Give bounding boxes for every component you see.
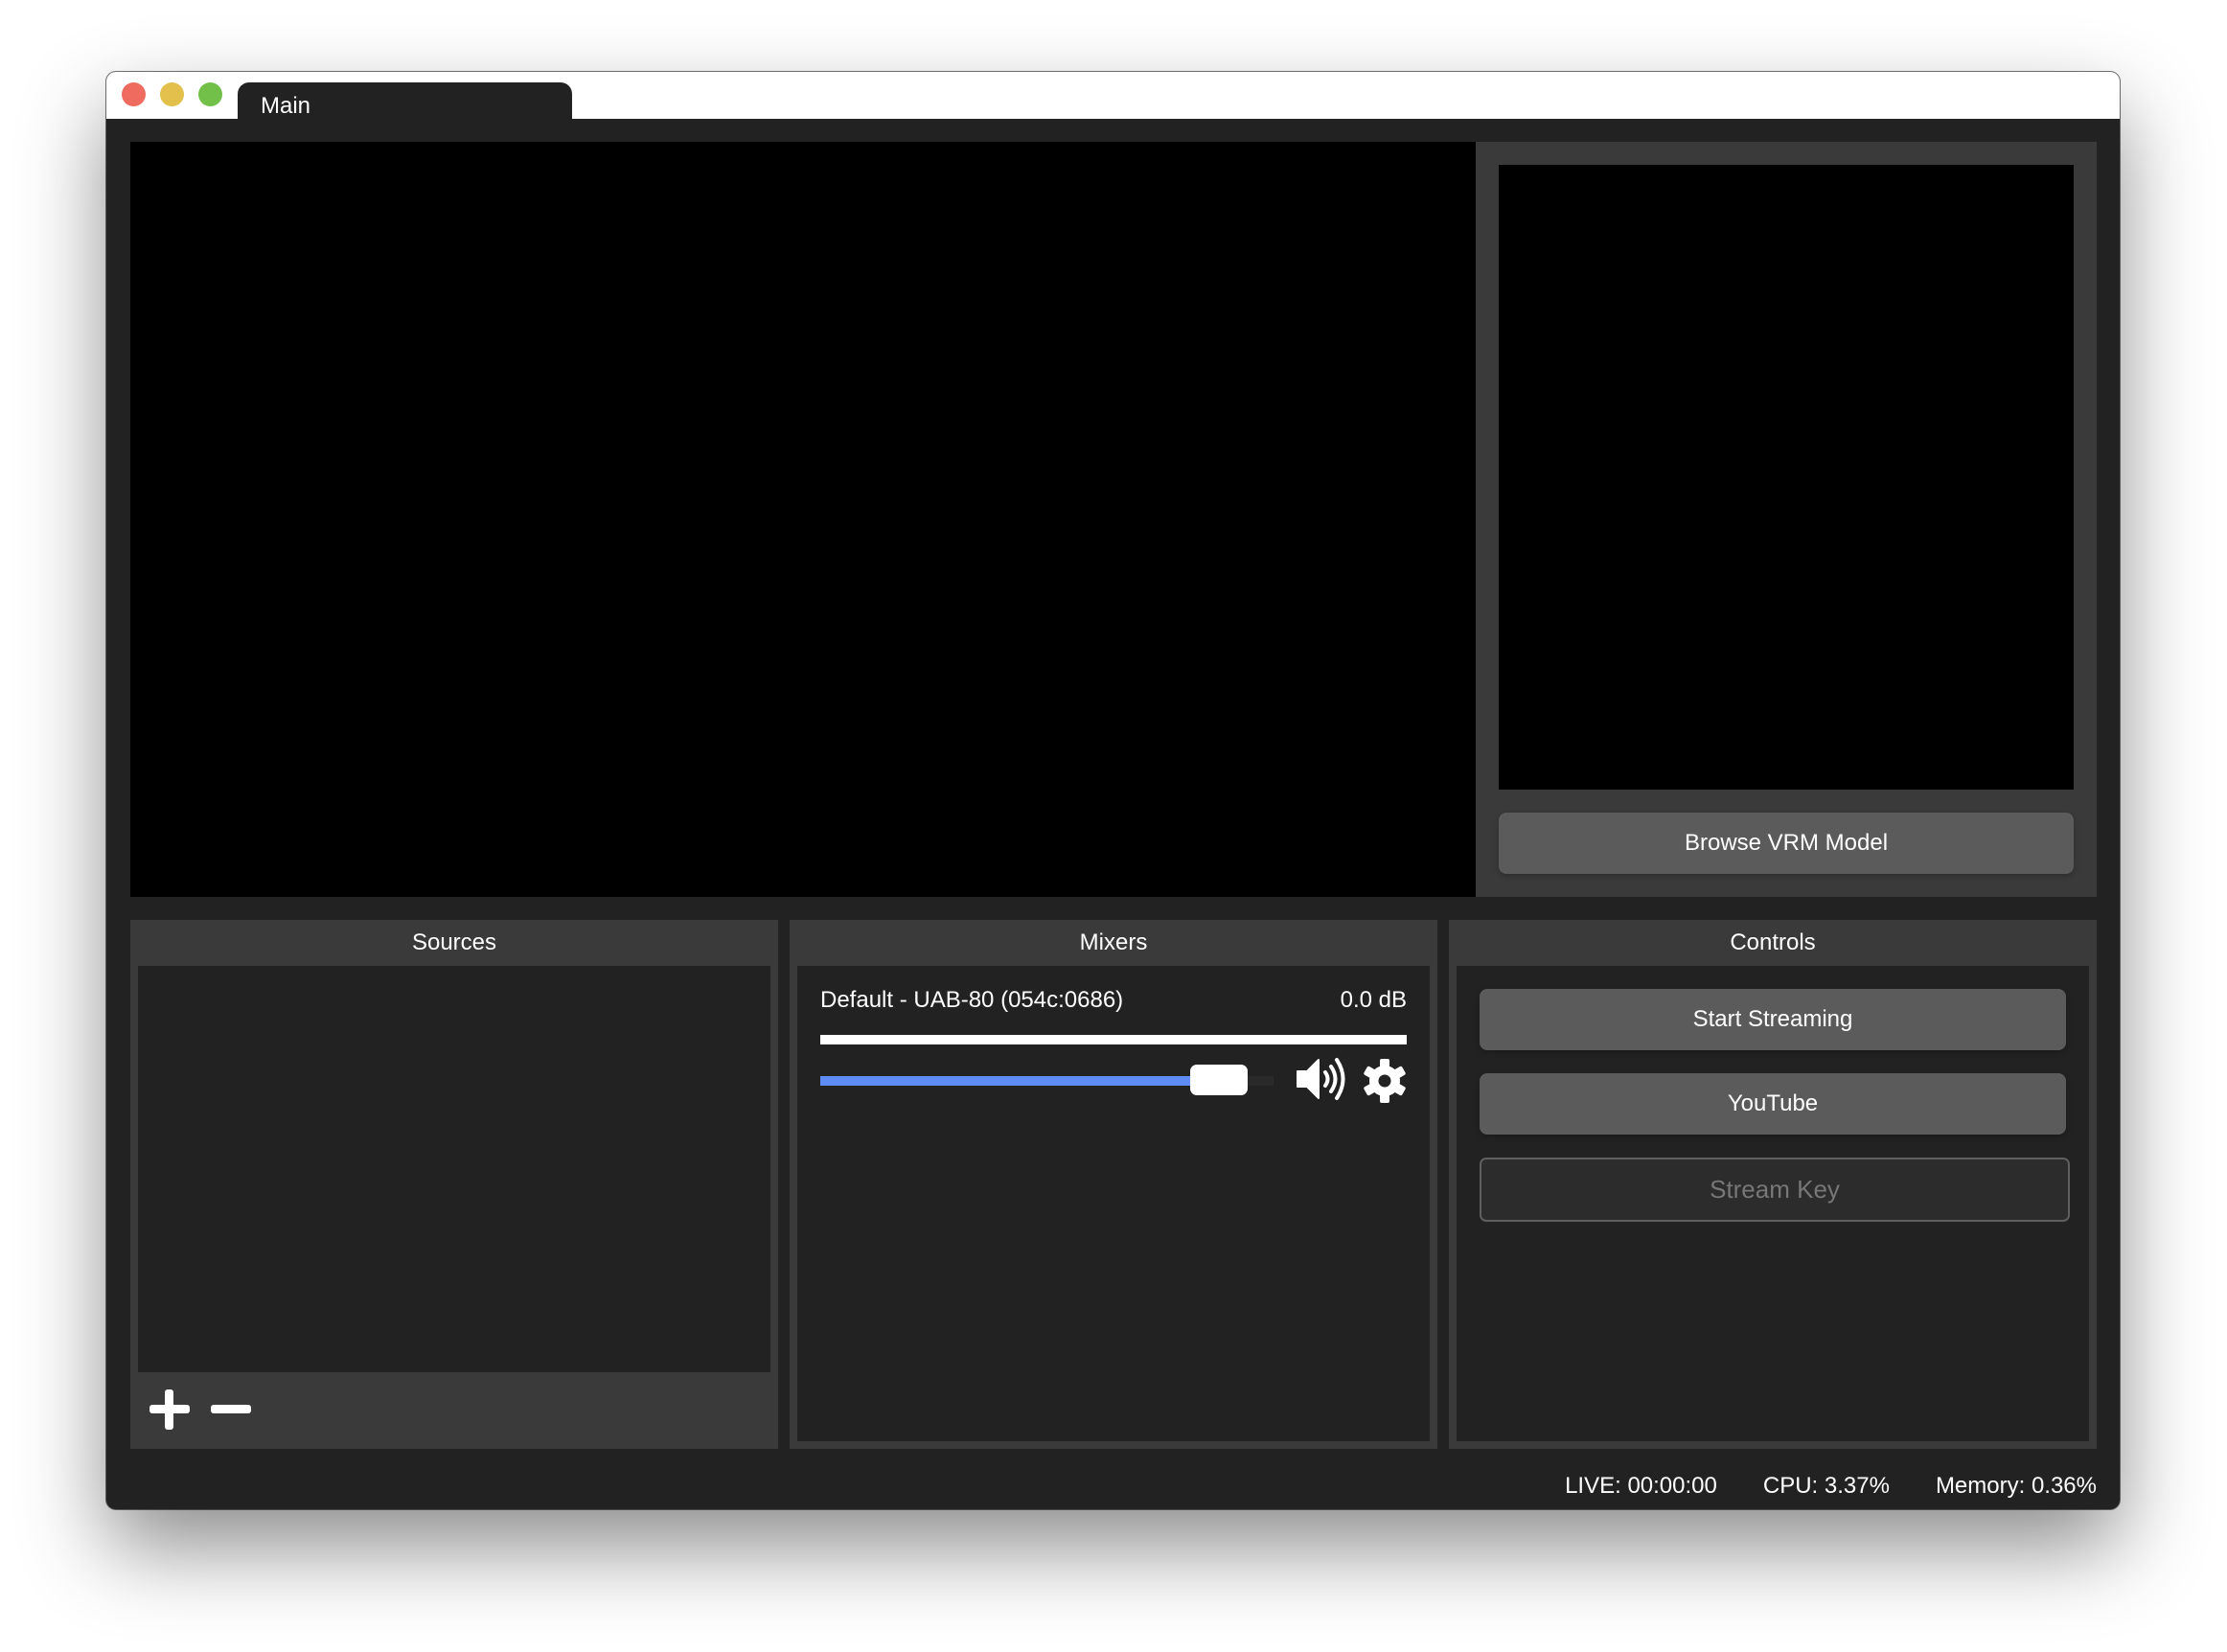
sources-panel: Sources	[130, 920, 778, 1449]
volume-slider-fill	[820, 1076, 1219, 1086]
minimize-window-button[interactable]	[160, 82, 184, 106]
speaker-icon[interactable]	[1296, 1056, 1349, 1102]
stream-key-input[interactable]	[1480, 1158, 2070, 1222]
maximize-window-button[interactable]	[198, 82, 222, 106]
add-source-plus-icon[interactable]	[149, 1389, 190, 1430]
remove-source-minus-icon[interactable]	[211, 1389, 251, 1430]
browse-vrm-model-button[interactable]: Browse VRM Model	[1499, 813, 2074, 874]
model-preview-canvas	[1499, 165, 2074, 790]
mixers-panel: Mixers Default - UAB-80 (054c:0686) 0.0 …	[790, 920, 1437, 1449]
model-preview-panel: Browse VRM Model	[1476, 142, 2097, 897]
main-video-canvas	[130, 142, 1476, 897]
mixers-title: Mixers	[1079, 929, 1148, 955]
live-timer: LIVE: 00:00:00	[1565, 1473, 1717, 1499]
controls-title: Controls	[1730, 929, 1816, 955]
status-bar: LIVE: 00:00:00 CPU: 3.37% Memory: 0.36%	[1565, 1467, 2097, 1505]
title-bar: Main	[106, 72, 2120, 119]
sources-list[interactable]	[138, 966, 770, 1372]
memory-usage: Memory: 0.36%	[1935, 1473, 2097, 1499]
app-window: Main Browse VRM Model Sources Mixers Def…	[106, 72, 2120, 1509]
sources-title: Sources	[411, 929, 497, 955]
close-window-button[interactable]	[122, 82, 146, 106]
cpu-usage: CPU: 3.37%	[1762, 1473, 1890, 1499]
tab-main[interactable]: Main	[238, 82, 572, 119]
volume-slider[interactable]	[820, 1065, 1274, 1095]
volume-slider-handle[interactable]	[1190, 1065, 1248, 1095]
sources-toolbar	[130, 1372, 778, 1449]
streaming-service-button[interactable]: YouTube	[1480, 1073, 2066, 1135]
mixers-list: Default - UAB-80 (054c:0686) 0.0 dB	[797, 966, 1430, 1441]
start-streaming-button[interactable]: Start Streaming	[1480, 989, 2066, 1050]
gear-icon[interactable]	[1362, 1058, 1408, 1104]
controls-body: Start Streaming YouTube	[1457, 966, 2089, 1441]
audio-level-meter	[820, 1035, 1407, 1044]
controls-panel: Controls Start Streaming YouTube	[1449, 920, 2097, 1449]
mixer-level-label: 0.0 dB	[1340, 987, 1407, 1013]
mixer-device-name: Default - UAB-80 (054c:0686)	[820, 987, 1124, 1013]
